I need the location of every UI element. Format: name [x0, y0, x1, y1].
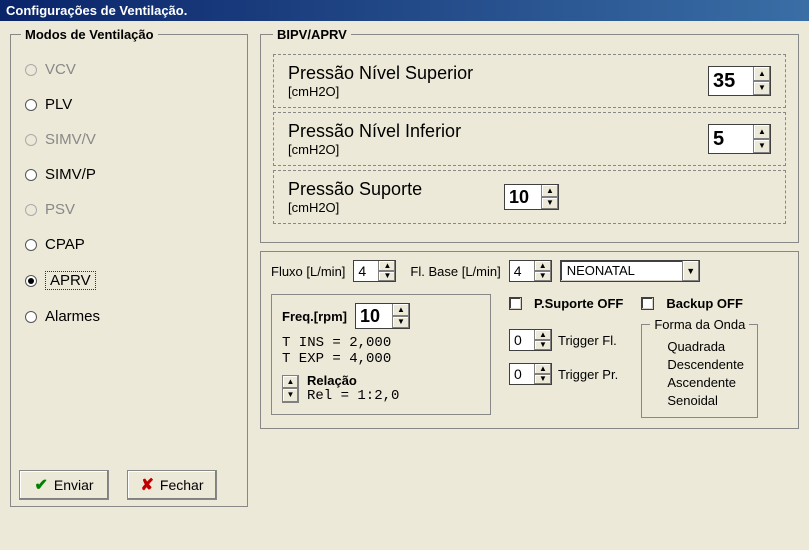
fluxo-label: Fluxo [L/min] [271, 264, 345, 279]
trigger-pr-label: Trigger Pr. [558, 367, 618, 382]
spin-down-icon[interactable]: ▼ [393, 317, 409, 329]
freq-label: Freq.[rpm] [282, 309, 347, 324]
bipv-aprv-group: BIPV/APRV Pressão Nível Superior [cmH2O]… [260, 27, 799, 243]
patient-type-value: NEONATAL [561, 261, 682, 281]
spin-down-icon[interactable]: ▼ [535, 341, 551, 351]
trigger-fl-label: Trigger Fl. [558, 333, 617, 348]
upper-pressure-unit: [cmH2O] [288, 84, 692, 99]
flbase-input[interactable] [510, 261, 534, 281]
freq-spinner[interactable]: ▲▼ [355, 303, 410, 329]
spin-up-icon[interactable]: ▲ [535, 364, 551, 375]
flbase-label: Fl. Base [L/min] [410, 264, 500, 279]
mode-radio-simvp[interactable]: SIMV/P [25, 166, 237, 183]
checkbox-icon [641, 297, 654, 310]
waveform-group: Forma da Onda Quadrada Descendente [641, 317, 758, 418]
waveform-radio-senoidal[interactable]: Senoidal [650, 393, 749, 408]
mode-radio-vcv: VCV [25, 61, 237, 78]
spin-down-icon[interactable]: ▼ [379, 272, 395, 282]
radio-icon [25, 239, 37, 251]
mode-radio-aprv[interactable]: APRV [25, 271, 237, 290]
spin-up-icon[interactable]: ▲ [379, 261, 395, 272]
support-pressure-input[interactable] [505, 185, 541, 209]
check-icon: ✔ [34, 475, 47, 495]
spin-up-icon[interactable]: ▲ [754, 67, 770, 82]
support-pressure-label: Pressão Suporte [288, 179, 488, 200]
waveform-radio-descendente[interactable]: Descendente [650, 357, 749, 372]
radio-icon [650, 341, 661, 352]
spin-up-icon[interactable]: ▲ [393, 304, 409, 317]
radio-icon [650, 395, 661, 406]
fluxo-input[interactable] [354, 261, 378, 281]
relacao-label: Relação [307, 373, 399, 388]
mode-radio-plv[interactable]: PLV [25, 96, 237, 113]
spin-up-icon[interactable]: ▲ [535, 330, 551, 341]
mode-radio-psv: PSV [25, 201, 237, 218]
upper-pressure-input[interactable] [709, 67, 753, 95]
spin-up-icon[interactable]: ▲ [283, 376, 298, 390]
radio-icon [25, 99, 37, 111]
waveform-radio-quadrada[interactable]: Quadrada [650, 339, 749, 354]
lower-pressure-spinner[interactable]: ▲ ▼ [708, 124, 771, 154]
psuporte-off-check[interactable]: P.Suporte OFF [509, 296, 623, 311]
support-pressure-spinner[interactable]: ▲ ▼ [504, 184, 559, 210]
support-pressure-unit: [cmH2O] [288, 200, 488, 215]
mode-radio-cpap[interactable]: CPAP [25, 236, 237, 253]
t-ins-value: T INS = 2,000 [282, 335, 480, 351]
radio-icon [25, 64, 37, 76]
mode-radio-alarmes[interactable]: Alarmes [25, 308, 237, 325]
window-title: Configurações de Ventilação. [6, 3, 187, 18]
waveform-legend: Forma da Onda [650, 317, 749, 332]
t-exp-value: T EXP = 4,000 [282, 351, 480, 367]
radio-icon [25, 169, 37, 181]
trigger-pr-spinner[interactable]: ▲▼ [509, 363, 552, 385]
freq-box: Freq.[rpm] ▲▼ T INS = 2,000 T EXP = 4,00… [271, 294, 491, 415]
spin-down-icon[interactable]: ▼ [283, 389, 298, 402]
lower-pressure-box: Pressão Nível Inferior [cmH2O] ▲ ▼ [273, 112, 786, 166]
radio-icon [25, 275, 37, 287]
ventilation-modes-group: Modos de Ventilação VCV PLV SIMV/V SIMV/… [10, 27, 248, 507]
lower-pressure-label: Pressão Nível Inferior [288, 121, 692, 142]
spin-down-icon[interactable]: ▼ [535, 375, 551, 385]
radio-icon [25, 311, 37, 323]
radio-icon [650, 377, 661, 388]
lower-pressure-input[interactable] [709, 125, 753, 153]
radio-icon [25, 204, 37, 216]
bipv-legend: BIPV/APRV [273, 27, 351, 42]
relacao-value: Rel = 1:2,0 [307, 388, 399, 404]
patient-type-select[interactable]: NEONATAL ▼ [560, 260, 700, 282]
mode-radio-simvv: SIMV/V [25, 131, 237, 148]
trigger-fl-input[interactable] [510, 330, 534, 350]
radio-icon [25, 134, 37, 146]
chevron-down-icon[interactable]: ▼ [682, 261, 699, 281]
lower-pressure-unit: [cmH2O] [288, 142, 692, 157]
spin-up-icon[interactable]: ▲ [754, 125, 770, 140]
close-button[interactable]: ✘ Fechar [127, 470, 217, 500]
waveform-radio-ascendente[interactable]: Ascendente [650, 375, 749, 390]
freq-input[interactable] [356, 304, 392, 328]
send-button[interactable]: ✔ Enviar [19, 470, 109, 500]
modes-legend: Modos de Ventilação [21, 27, 158, 42]
checkbox-icon [509, 297, 522, 310]
support-pressure-box: Pressão Suporte [cmH2O] ▲ ▼ [273, 170, 786, 224]
spin-down-icon[interactable]: ▼ [754, 82, 770, 96]
backup-off-check[interactable]: Backup OFF [641, 296, 758, 311]
window-titlebar: Configurações de Ventilação. [0, 0, 809, 21]
close-icon: ✘ [141, 475, 154, 495]
spin-down-icon[interactable]: ▼ [535, 272, 551, 282]
trigger-fl-spinner[interactable]: ▲▼ [509, 329, 552, 351]
bottom-panel: Fluxo [L/min] ▲▼ Fl. Base [L/min] ▲▼ NEO… [260, 251, 799, 429]
spin-up-icon[interactable]: ▲ [535, 261, 551, 272]
radio-icon [650, 359, 661, 370]
upper-pressure-spinner[interactable]: ▲ ▼ [708, 66, 771, 96]
spin-down-icon[interactable]: ▼ [754, 140, 770, 154]
spin-up-icon[interactable]: ▲ [542, 185, 558, 198]
upper-pressure-box: Pressão Nível Superior [cmH2O] ▲ ▼ [273, 54, 786, 108]
flbase-spinner[interactable]: ▲▼ [509, 260, 552, 282]
trigger-pr-input[interactable] [510, 364, 534, 384]
spin-down-icon[interactable]: ▼ [542, 198, 558, 210]
fluxo-spinner[interactable]: ▲▼ [353, 260, 396, 282]
upper-pressure-label: Pressão Nível Superior [288, 63, 692, 84]
